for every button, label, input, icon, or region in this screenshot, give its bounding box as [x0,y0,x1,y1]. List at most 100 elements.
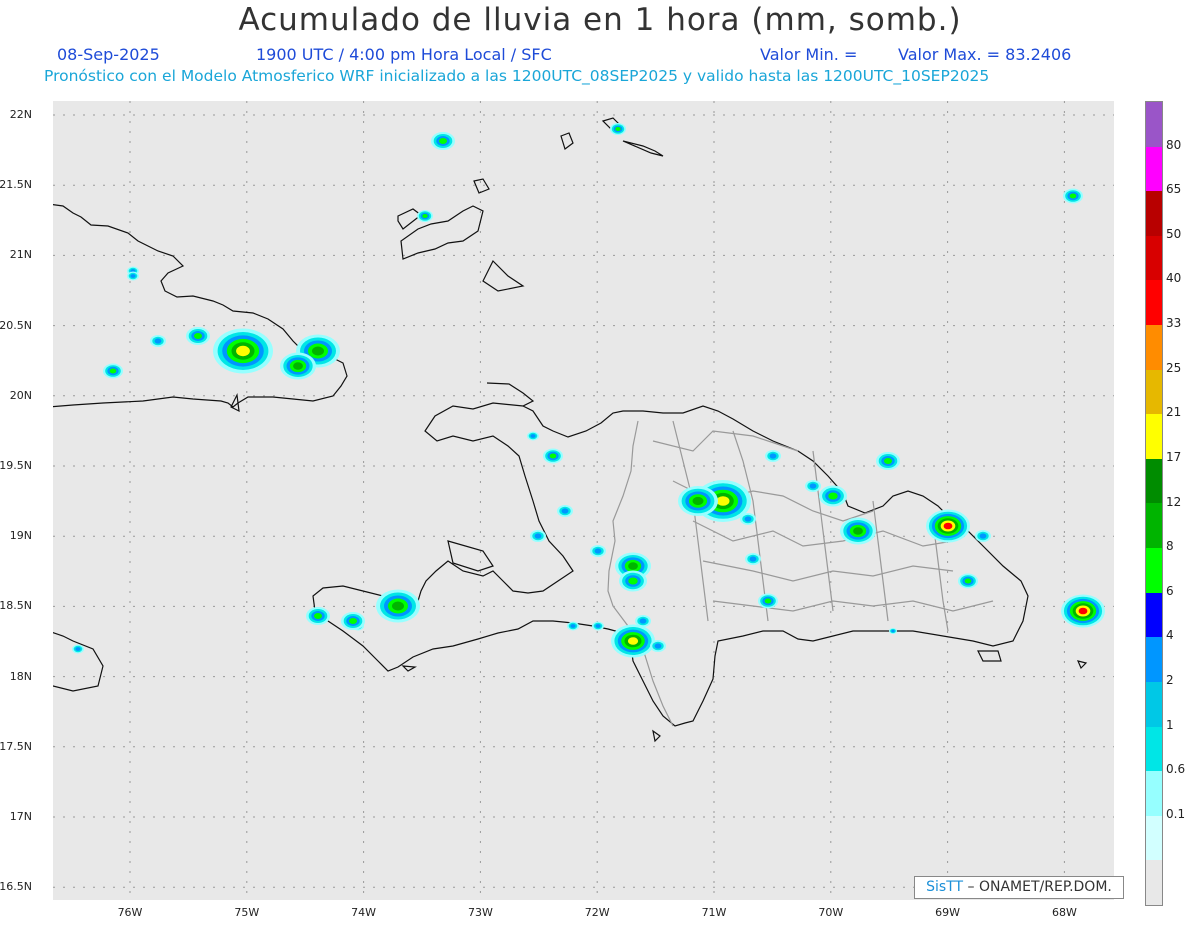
lon-label: 71W [701,906,727,919]
rain-cell [964,578,972,584]
colorbar-segment [1146,458,1162,504]
lon-label: 74W [351,906,377,919]
rain-cell [764,598,772,604]
colorbar-segment [1146,369,1162,415]
coastlines [53,117,1088,743]
rain-cell [109,368,117,374]
admin-borders [607,420,994,727]
lat-label: 21N [9,248,32,262]
rain-cell [853,527,863,535]
rain-cell [530,434,536,438]
rain-cell [594,548,602,554]
lat-label: 17N [9,810,32,823]
rain-cell [828,492,838,500]
rain-cell [744,516,752,522]
max-value-label: Valor Max. = 83.2406 [898,45,1072,64]
rain-cell [891,629,895,633]
colorbar-segment [1146,726,1162,772]
lat-label: 20N [9,388,32,402]
colorbar-segment [1146,815,1162,861]
rain-cell [628,562,638,570]
rain-cell [293,362,303,370]
colorbar-label: 0.1 [1166,806,1186,821]
rain-cell [654,643,662,649]
colorbar-label: 25 [1166,360,1182,375]
colorbar-segment [1146,548,1162,593]
rain-cell [615,127,621,131]
lat-label: 17.5N [0,739,32,753]
rain-cell [595,624,601,628]
lat-label: 18N [9,669,32,683]
lat-label: 16.5N [0,880,32,894]
colorbar-segment [1146,280,1162,326]
map-area [53,101,1114,900]
hispaniola-coast [312,382,1029,727]
rain-cell [628,577,638,585]
graticule [53,101,1114,900]
rain-cell [943,522,953,530]
colorbar-segment [1146,146,1162,192]
rain-cell [716,496,730,506]
rain-cell [422,214,428,218]
lon-label: 75W [234,906,260,919]
lat-label: 18.5N [0,599,32,613]
colorbar-segment [1146,102,1162,147]
rain-cell [194,333,202,339]
colorbar [1145,101,1163,906]
colorbar-label: 8 [1166,539,1174,554]
map-svg [53,101,1114,900]
colorbar-label: 80 [1166,137,1182,152]
rain-cell [1069,193,1077,199]
colorbar-label: 12 [1166,494,1182,509]
colorbar-segment [1146,637,1162,682]
rain-cell [692,496,704,506]
colorbar-label: 33 [1166,316,1182,331]
rain-cell [1078,607,1088,615]
lat-label: 19N [9,529,32,543]
rain-cell [130,274,136,278]
map-title: Acumulado de lluvia en 1 hora (mm, somb.… [238,2,962,38]
colorbar-label: 1 [1166,717,1174,732]
rain-cell [392,601,404,611]
lat-label: 19.5N [0,459,32,472]
bahamas-coast [397,208,422,230]
rain-cell [639,618,647,624]
rain-cell [979,533,987,539]
rain-cell [349,618,357,624]
lon-label: 73W [467,906,493,919]
rain-cell [570,624,576,628]
precipitation-cells [72,123,1105,658]
lon-label: 68W [1051,906,1077,919]
forecast-info: Pronóstico con el Modelo Atmosferico WRF… [44,67,990,85]
brand-logo-text: SisTT [926,879,964,895]
rain-cell [439,138,447,144]
rain-cell [769,453,777,459]
colorbar-label: 4 [1166,628,1174,643]
colorbar-segment [1146,235,1162,281]
colorbar-label: 0.6 [1166,762,1186,777]
lat-label: 22N [9,108,32,121]
lon-label: 70W [818,906,844,919]
valid-time-label: 1900 UTC / 4:00 pm Hora Local / SFC [256,45,552,64]
rain-cell [534,533,542,539]
lat-label: 21.5N [0,178,32,192]
rain-cell [549,453,557,459]
colorbar-segment [1146,503,1162,549]
credit-text: – ONAMET/REP.DOM. [967,879,1112,895]
rain-cell [312,346,324,356]
rain-cell [314,613,322,619]
colorbar-label: 65 [1166,182,1182,197]
lon-label: 69W [935,906,961,919]
colorbar-label: 17 [1166,449,1182,464]
rain-cell [561,508,569,514]
date-label: 08-Sep-2025 [57,45,160,64]
colorbar-label: 50 [1166,226,1182,241]
colorbar-label: 21 [1166,405,1182,420]
colorbar-segment [1146,414,1162,459]
colorbar-segment [1146,592,1162,638]
rain-cell [809,483,817,489]
colorbar-segment [1146,771,1162,816]
credit-box: SisTT – ONAMET/REP.DOM. [914,876,1124,899]
rain-cell [75,647,81,651]
colorbar-label: 2 [1166,672,1174,687]
